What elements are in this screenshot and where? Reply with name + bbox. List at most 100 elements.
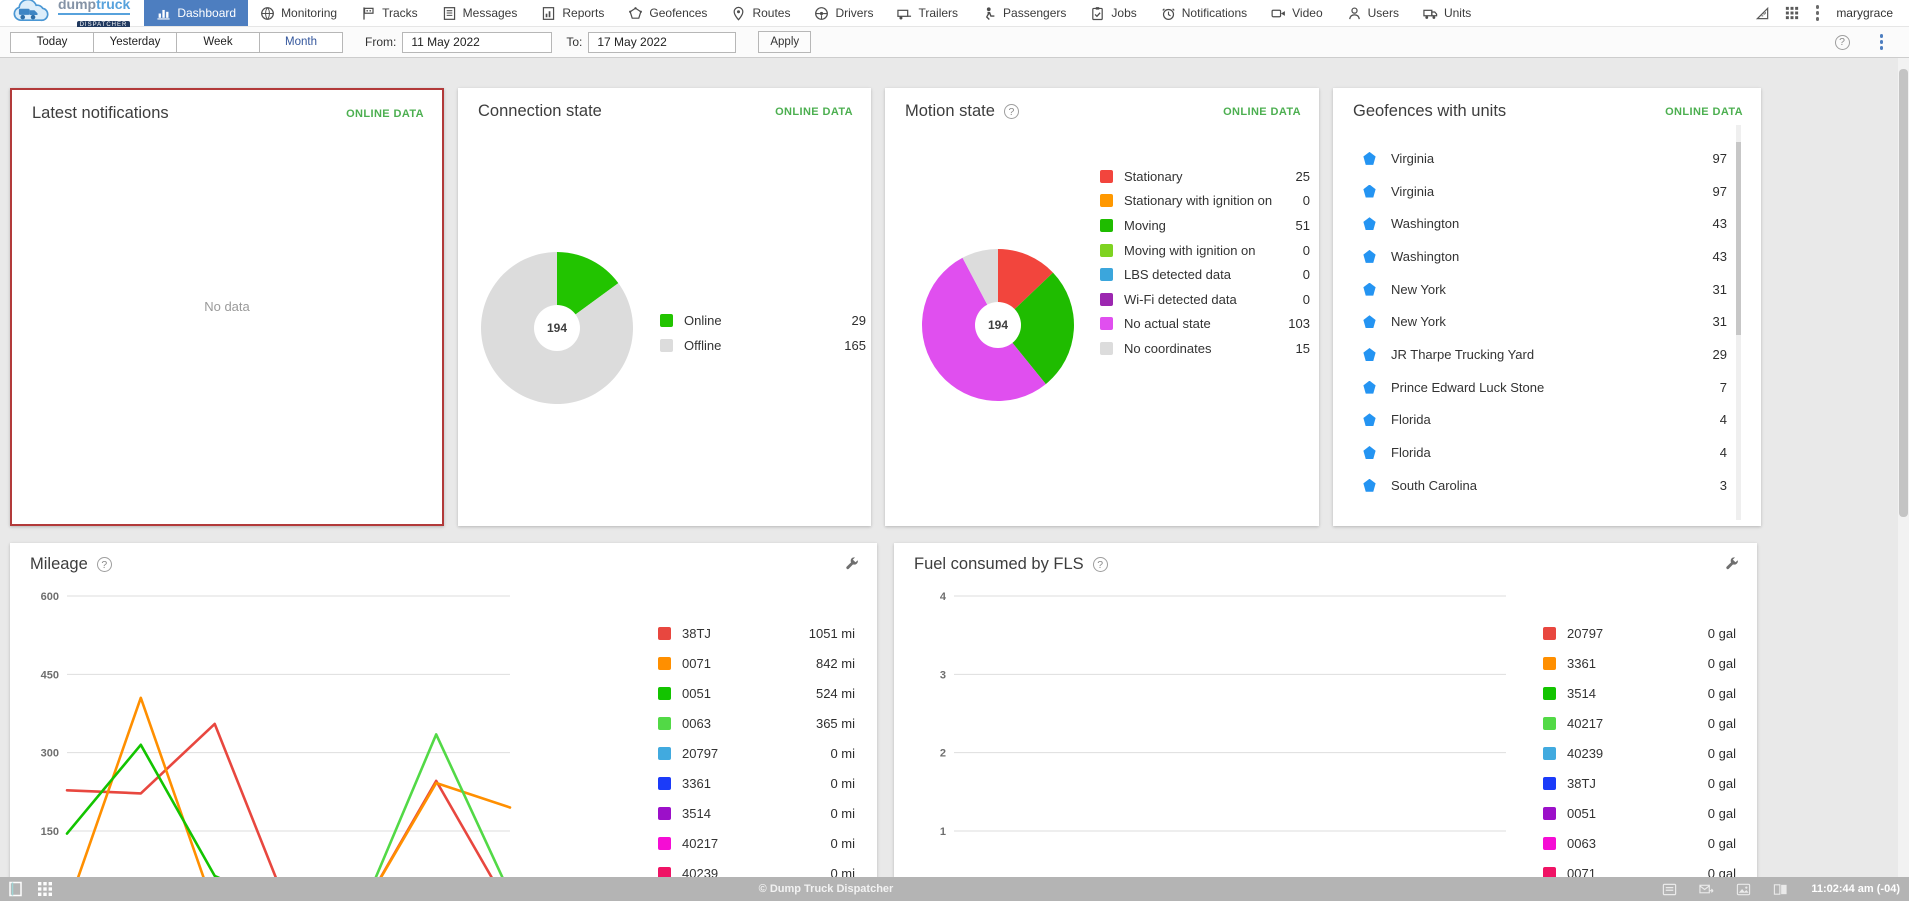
ruler-icon[interactable] — [1755, 6, 1770, 21]
legend-swatch — [660, 339, 673, 352]
jobs-icon — [1090, 6, 1105, 21]
motion-legend-item[interactable]: Wi-Fi detected data0 — [1100, 287, 1310, 312]
image-icon[interactable] — [1736, 882, 1751, 897]
tab-dashboard[interactable]: Dashboard — [144, 0, 248, 26]
mail-forward-icon[interactable] — [1699, 882, 1714, 897]
legend-swatch — [1100, 219, 1113, 232]
tab-label: Units — [1444, 6, 1471, 20]
geofences-icon — [628, 6, 643, 21]
to-date-input[interactable] — [588, 32, 736, 53]
page-scrollbar[interactable] — [1898, 58, 1909, 877]
kebab-menu-icon[interactable] — [1814, 3, 1822, 23]
mileage-legend-item[interactable]: 402390 mi — [658, 858, 855, 877]
no-data-text: No data — [12, 299, 442, 314]
geofence-list-item[interactable]: Washington43 — [1353, 240, 1727, 273]
geofence-list-item[interactable]: Virginia97 — [1353, 142, 1727, 175]
message-log-icon[interactable] — [1662, 882, 1677, 897]
mileage-legend-item[interactable]: 0051524 mi — [658, 678, 855, 708]
yesterday-button[interactable]: Yesterday — [93, 32, 177, 53]
connection-donut-chart: 194 — [480, 251, 634, 405]
fuel-legend-item[interactable]: 207970 gal — [1543, 618, 1736, 648]
geofence-list-item[interactable]: Washington43 — [1353, 207, 1727, 240]
wrench-settings-icon[interactable] — [845, 556, 859, 573]
toolbar-kebab-icon[interactable] — [1878, 32, 1886, 52]
tab-messages[interactable]: Messages — [430, 0, 530, 26]
motion-legend-item[interactable]: Stationary25 — [1100, 164, 1310, 189]
svg-text:3: 3 — [940, 669, 946, 681]
legend-value: 842 mi — [816, 656, 855, 671]
apply-button[interactable]: Apply — [758, 31, 811, 53]
fuel-legend-item[interactable]: 00630 gal — [1543, 828, 1736, 858]
geofence-list-item[interactable]: New York31 — [1353, 305, 1727, 338]
motion-legend-item[interactable]: Moving with ignition on0 — [1100, 238, 1310, 263]
window-panel-icon[interactable] — [8, 881, 24, 897]
mileage-legend-item[interactable]: 207970 mi — [658, 738, 855, 768]
fuel-legend-item[interactable]: 33610 gal — [1543, 648, 1736, 678]
tab-units[interactable]: Units — [1411, 0, 1483, 26]
legend-value: 0 gal — [1708, 776, 1736, 791]
motion-legend-item[interactable]: LBS detected data0 — [1100, 262, 1310, 287]
tab-video[interactable]: Video — [1259, 0, 1334, 26]
tab-jobs[interactable]: Jobs — [1078, 0, 1148, 26]
fuel-legend-item[interactable]: 35140 gal — [1543, 678, 1736, 708]
mileage-legend-item[interactable]: 35140 mi — [658, 798, 855, 828]
month-button[interactable]: Month — [259, 32, 343, 53]
wrench-settings-icon[interactable] — [1725, 556, 1739, 573]
fuel-legend-item[interactable]: 00510 gal — [1543, 798, 1736, 828]
users-icon — [1347, 6, 1362, 21]
geofence-list-item[interactable]: South Carolina3 — [1353, 469, 1727, 502]
mileage-legend-item[interactable]: 0071842 mi — [658, 648, 855, 678]
tab-routes[interactable]: Routes — [719, 0, 802, 26]
fuel-legend-item[interactable]: 402170 gal — [1543, 708, 1736, 738]
connection-legend-item[interactable]: Offline165 — [660, 333, 866, 358]
motion-legend-item[interactable]: No actual state103 — [1100, 312, 1310, 337]
tab-drivers[interactable]: Drivers — [802, 0, 885, 26]
tab-monitoring[interactable]: Monitoring — [248, 0, 349, 26]
connection-legend-item[interactable]: Online29 — [660, 308, 866, 333]
help-icon[interactable]: ? — [97, 557, 112, 572]
svg-text:450: 450 — [41, 669, 59, 681]
legend-swatch — [658, 717, 671, 730]
tab-geofences[interactable]: Geofences — [616, 0, 719, 26]
mileage-legend-item[interactable]: 33610 mi — [658, 768, 855, 798]
motion-legend-item[interactable]: Moving51 — [1100, 213, 1310, 238]
from-date-input[interactable] — [402, 32, 552, 53]
tab-notifications[interactable]: Notifications — [1149, 0, 1259, 26]
fuel-legend-item[interactable]: 00710 gal — [1543, 858, 1736, 877]
geofence-unit-count: 7 — [1720, 380, 1727, 395]
legend-value: 0 mi — [830, 776, 855, 791]
apps-grid-icon[interactable] — [1785, 6, 1799, 20]
fuel-legend-item[interactable]: 38TJ0 gal — [1543, 768, 1736, 798]
legend-swatch — [1543, 717, 1556, 730]
username[interactable]: marygrace — [1836, 6, 1893, 20]
tab-trailers[interactable]: Trailers — [885, 0, 970, 26]
today-button[interactable]: Today — [10, 32, 94, 53]
help-icon[interactable]: ? — [1093, 557, 1108, 572]
geofence-list-scrollbar[interactable] — [1736, 125, 1741, 520]
geofence-list-item[interactable]: Florida4 — [1353, 436, 1727, 469]
motion-legend-item[interactable]: No coordinates15 — [1100, 336, 1310, 361]
grid-icon[interactable] — [37, 881, 53, 897]
mileage-legend-item[interactable]: 0063365 mi — [658, 708, 855, 738]
tab-passengers[interactable]: Passengers — [970, 0, 1078, 26]
geofence-list-item[interactable]: Prince Edward Luck Stone7 — [1353, 371, 1727, 404]
legend-value: 365 mi — [816, 716, 855, 731]
week-button[interactable]: Week — [176, 32, 260, 53]
tab-label: Jobs — [1111, 6, 1136, 20]
mileage-legend-item[interactable]: 38TJ1051 mi — [658, 618, 855, 648]
fuel-legend-item[interactable]: 402390 gal — [1543, 738, 1736, 768]
geofence-list-item[interactable]: New York31 — [1353, 273, 1727, 306]
geofence-list-item[interactable]: JR Tharpe Trucking Yard29 — [1353, 338, 1727, 371]
help-icon[interactable]: ? — [1835, 35, 1850, 50]
tab-tracks[interactable]: Tracks — [349, 0, 430, 26]
geofence-list-item[interactable]: Florida4 — [1353, 404, 1727, 437]
mileage-legend-item[interactable]: 402170 mi — [658, 828, 855, 858]
latest-notifications-panel[interactable]: Latest notifications ONLINE DATA No data — [10, 88, 444, 526]
tab-users[interactable]: Users — [1335, 0, 1411, 26]
units-icon — [1423, 6, 1438, 21]
tab-reports[interactable]: Reports — [529, 0, 616, 26]
geofence-list-item[interactable]: Virginia97 — [1353, 175, 1727, 208]
help-icon[interactable]: ? — [1004, 104, 1019, 119]
motion-legend-item[interactable]: Stationary with ignition on0 — [1100, 189, 1310, 214]
split-view-icon[interactable] — [1773, 882, 1788, 897]
